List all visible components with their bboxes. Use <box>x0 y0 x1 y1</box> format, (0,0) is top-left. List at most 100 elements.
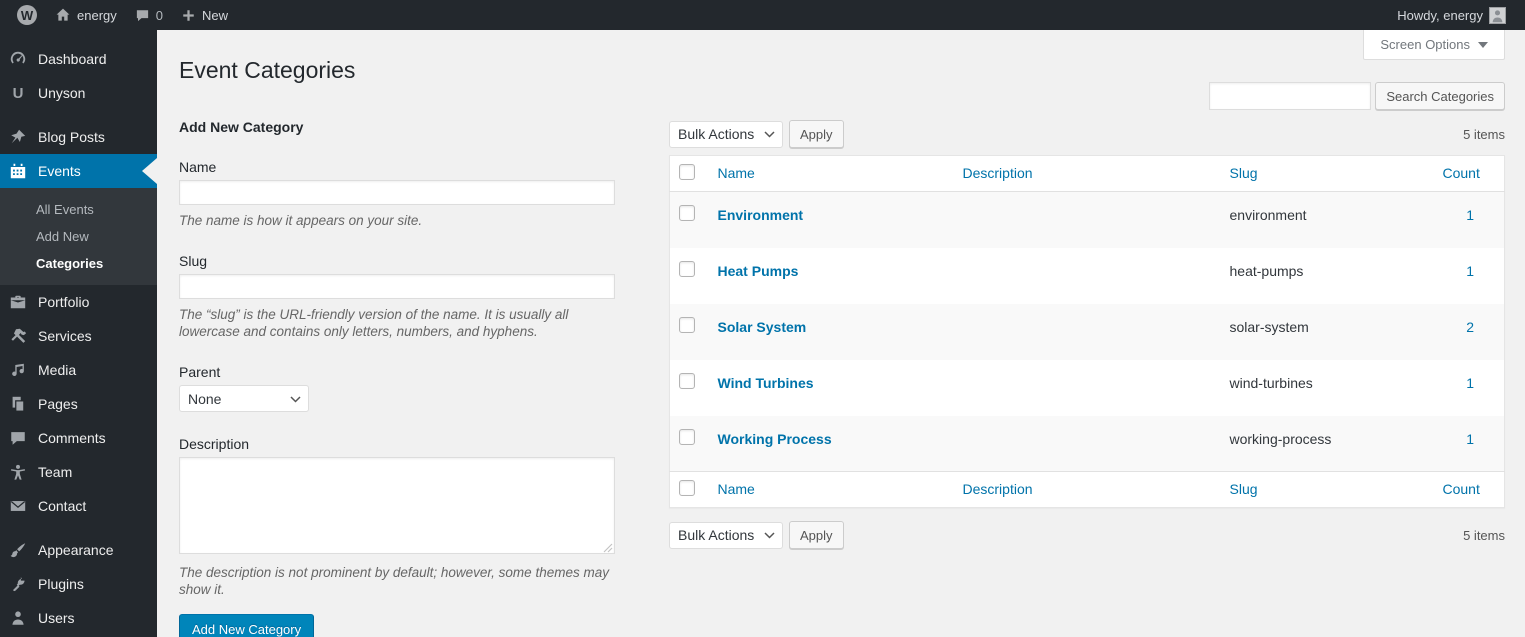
home-icon <box>55 7 71 23</box>
table-row: Wind Turbines wind-turbines 1 <box>670 360 1505 416</box>
row-checkbox[interactable] <box>679 316 695 333</box>
description-label: Description <box>179 436 250 452</box>
category-name-link[interactable]: Heat Pumps <box>718 263 799 279</box>
search-input[interactable] <box>1209 82 1372 110</box>
search-categories-button[interactable]: Search Categories <box>1375 82 1505 110</box>
sidebar-item-label: Appearance <box>38 542 114 558</box>
sidebar-item-comments[interactable]: Comments <box>0 421 157 455</box>
sidebar-item-label: Comments <box>38 430 106 446</box>
category-count-link[interactable]: 1 <box>1466 207 1474 223</box>
howdy-label: Howdy, energy <box>1397 7 1483 23</box>
sidebar-item-contact[interactable]: Contact <box>0 489 157 523</box>
category-slug: heat-pumps <box>1229 262 1304 279</box>
sidebar-item-events[interactable]: Events <box>0 154 157 188</box>
category-description <box>953 416 1220 472</box>
sidebar-item-categories[interactable]: Categories <box>0 250 157 277</box>
row-checkbox[interactable] <box>679 372 695 389</box>
category-description-field[interactable] <box>179 457 615 554</box>
avatar <box>1489 6 1506 24</box>
site-name-menu[interactable]: energy <box>46 0 126 30</box>
category-name-field[interactable] <box>179 180 615 205</box>
sort-slug-header[interactable]: Slug <box>1230 481 1258 497</box>
apply-button[interactable]: Apply <box>789 521 844 549</box>
team-icon <box>8 462 28 482</box>
sidebar-item-plugins[interactable]: Plugins <box>0 567 157 601</box>
slug-label: Slug <box>179 253 208 269</box>
category-count-link[interactable]: 1 <box>1466 431 1474 447</box>
items-count: 5 items <box>1463 527 1505 543</box>
sidebar-item-all-events[interactable]: All Events <box>0 196 157 223</box>
sidebar-item-label: Team <box>38 464 73 480</box>
sidebar-item-label: Dashboard <box>38 51 107 67</box>
row-checkbox[interactable] <box>679 205 695 221</box>
howdy-menu[interactable]: Howdy, energy <box>1388 0 1515 30</box>
screen-options-button[interactable]: Screen Options <box>1363 30 1505 60</box>
category-count-link[interactable]: 1 <box>1466 375 1474 391</box>
sidebar-item-appearance[interactable]: Appearance <box>0 533 157 567</box>
row-checkbox[interactable] <box>679 428 695 445</box>
menu-separator <box>0 523 157 533</box>
wp-logo-menu[interactable]: W <box>8 0 46 30</box>
select-all-checkbox[interactable] <box>679 164 695 180</box>
new-content-menu[interactable]: New <box>172 0 237 30</box>
sidebar-item-add-new[interactable]: Add New <box>0 223 157 250</box>
category-name-link[interactable]: Working Process <box>718 431 832 447</box>
table-row: Heat Pumps heat-pumps 1 <box>670 248 1505 304</box>
sidebar-item-blog-posts[interactable]: Blog Posts <box>0 120 157 154</box>
form-heading: Add New Category <box>179 119 304 135</box>
add-new-category-button[interactable]: Add New Category <box>179 614 315 637</box>
category-description <box>953 360 1220 416</box>
categories-table: Name Description Slug Count Environment … <box>669 155 1505 508</box>
brush-icon <box>8 540 28 560</box>
sidebar-item-services[interactable]: Services <box>0 319 157 353</box>
sort-name-header[interactable]: Name <box>718 165 755 181</box>
category-name-link[interactable]: Environment <box>718 207 804 223</box>
tablenav-top: Bulk Actions Apply 5 items <box>669 119 1505 149</box>
pushpin-icon <box>8 127 28 147</box>
apply-button[interactable]: Apply <box>789 120 844 148</box>
sidebar-item-team[interactable]: Team <box>0 455 157 489</box>
sort-description-header[interactable]: Description <box>963 481 1033 497</box>
admin-sidebar: Dashboard U Unyson Blog Posts Events All… <box>0 30 157 637</box>
sort-count-header[interactable]: Count <box>1443 481 1480 497</box>
name-label: Name <box>179 159 217 175</box>
category-count-link[interactable]: 2 <box>1466 319 1474 335</box>
sort-description-header[interactable]: Description <box>963 165 1033 181</box>
unyson-icon: U <box>12 84 24 102</box>
sidebar-item-media[interactable]: Media <box>0 353 157 387</box>
bulk-actions-select[interactable]: Bulk Actions <box>669 120 783 148</box>
email-icon <box>8 496 28 516</box>
menu-separator <box>0 110 157 120</box>
row-checkbox[interactable] <box>679 260 695 277</box>
sidebar-item-users[interactable]: Users <box>0 601 157 635</box>
table-header-row: Name Description Slug Count <box>669 155 1505 192</box>
main-content: Screen Options Event Categories Search C… <box>157 30 1525 637</box>
sidebar-item-dashboard[interactable]: Dashboard <box>0 42 157 76</box>
sort-slug-header[interactable]: Slug <box>1230 165 1258 181</box>
comments-icon <box>8 428 28 448</box>
select-all-checkbox[interactable] <box>679 480 695 496</box>
category-name-link[interactable]: Wind Turbines <box>718 375 814 391</box>
sidebar-item-label: Users <box>38 610 75 626</box>
sidebar-item-pages[interactable]: Pages <box>0 387 157 421</box>
category-count-link[interactable]: 1 <box>1466 263 1474 279</box>
items-count: 5 items <box>1463 126 1505 142</box>
sort-name-header[interactable]: Name <box>718 481 755 497</box>
category-description <box>953 248 1220 304</box>
sort-count-header[interactable]: Count <box>1443 165 1480 181</box>
slug-help-text: The “slug” is the URL-friendly version o… <box>179 307 569 339</box>
users-icon <box>8 608 28 628</box>
category-name-link[interactable]: Solar System <box>718 319 807 335</box>
sidebar-item-label: Portfolio <box>38 294 90 310</box>
sidebar-item-label: Plugins <box>38 576 84 592</box>
parent-select[interactable]: None <box>179 385 309 412</box>
bulk-actions-select[interactable]: Bulk Actions <box>669 521 783 549</box>
admin-bar: W energy 0 New Howdy, energy <box>0 0 1525 30</box>
category-slug-field[interactable] <box>179 274 615 299</box>
table-row: Solar System solar-system 2 <box>669 303 1505 360</box>
sidebar-item-portfolio[interactable]: Portfolio <box>0 285 157 319</box>
sidebar-item-label: Blog Posts <box>38 129 105 145</box>
chevron-down-icon <box>1478 41 1488 48</box>
sidebar-item-unyson[interactable]: U Unyson <box>0 76 157 110</box>
comments-menu[interactable]: 0 <box>126 0 172 30</box>
